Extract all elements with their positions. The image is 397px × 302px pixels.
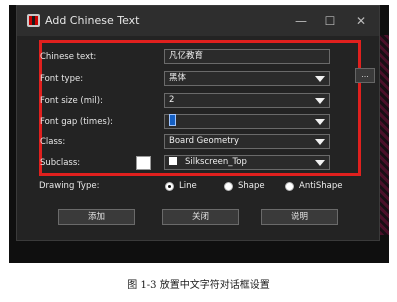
subclass-label: Subclass: [40, 158, 81, 168]
checkbox-icon [169, 156, 177, 165]
font-size-label: Font size (mil): [40, 96, 103, 106]
radio-shape[interactable] [224, 182, 233, 191]
drawing-type-label: Drawing Type: [39, 181, 100, 191]
help-button[interactable]: 说明 [261, 209, 338, 225]
add-button[interactable]: 添加 [58, 209, 135, 225]
class-value: Board Geometry [169, 136, 240, 146]
font-gap-label: Font gap (times): [40, 117, 114, 127]
maximize-icon[interactable]: ☐ [322, 13, 338, 29]
font-type-select[interactable]: 黑体 [164, 71, 330, 86]
font-size-select[interactable]: 2 [164, 93, 330, 108]
close-button[interactable]: 关闭 [162, 209, 239, 225]
figure-caption: 图 1-3 放置中文字符对话框设置 [127, 280, 270, 291]
radio-line[interactable] [165, 182, 174, 191]
font-type-value: 黑体 [169, 73, 187, 83]
subclass-select[interactable]: Silkscreen_Top [164, 155, 330, 170]
font-size-value: 2 [169, 95, 175, 105]
class-select[interactable]: Board Geometry [164, 134, 330, 149]
screenshot: Add Chinese Text — ☐ ✕ Chinese text: 凡亿教… [9, 5, 389, 263]
subclass-value: Silkscreen_Top [185, 157, 247, 167]
class-label: Class: [40, 137, 66, 147]
add-chinese-text-dialog: Add Chinese Text — ☐ ✕ Chinese text: 凡亿教… [16, 5, 380, 241]
font-type-label: Font type: [40, 74, 84, 84]
more-button[interactable]: ... [355, 68, 375, 83]
app-icon [27, 14, 40, 27]
minimize-icon[interactable]: — [293, 13, 309, 29]
font-gap-value: 1 [169, 113, 176, 126]
close-icon[interactable]: ✕ [353, 13, 369, 29]
font-gap-select[interactable]: 1 [164, 113, 330, 129]
title-bar: Add Chinese Text — ☐ ✕ [17, 6, 379, 36]
radio-antishape[interactable] [285, 182, 294, 191]
radio-shape-label: Shape [238, 181, 265, 191]
chinese-text-input[interactable]: 凡亿教育 [164, 49, 330, 64]
radio-antishape-label: AntiShape [299, 181, 343, 191]
window-title: Add Chinese Text [45, 14, 140, 27]
radio-line-label: Line [179, 181, 197, 191]
chinese-text-label: Chinese text: [40, 52, 97, 62]
color-swatch[interactable] [136, 156, 151, 170]
